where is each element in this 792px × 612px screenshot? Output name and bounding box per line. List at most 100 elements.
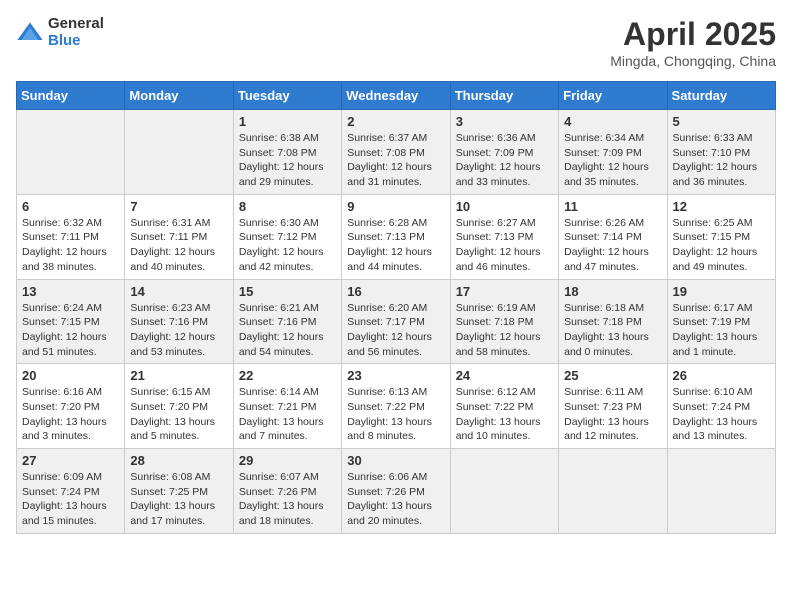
- day-number: 26: [673, 368, 770, 383]
- logo-blue: Blue: [48, 33, 104, 50]
- day-number: 11: [564, 199, 661, 214]
- calendar-day-cell: 29Sunrise: 6:07 AM Sunset: 7:26 PM Dayli…: [233, 449, 341, 534]
- logo-general: General: [48, 16, 104, 33]
- calendar-day-cell: 15 Sunrise: 6:21 AM Sunset: 7:16 PM Dayli…: [233, 279, 341, 364]
- day-info: Sunrise: 6:32 AM Sunset: 7:11 PM Dayligh…: [22, 216, 119, 275]
- day-number: 28: [130, 453, 227, 468]
- calendar-day-cell: 19Sunrise: 6:17 AM Sunset: 7:19 PM Dayli…: [667, 279, 775, 364]
- day-info: Sunrise: 6:27 AM Sunset: 7:13 PM Dayligh…: [456, 216, 553, 275]
- day-info: Sunrise: 6:18 AM Sunset: 7:18 PM Dayligh…: [564, 301, 661, 360]
- day-info: Sunrise: 6:26 AM Sunset: 7:14 PM Dayligh…: [564, 216, 661, 275]
- calendar-week-2: 6 Sunrise: 6:32 AM Sunset: 7:11 PM Daylig…: [17, 194, 776, 279]
- calendar-day-cell: [559, 449, 667, 534]
- day-info: Sunrise: 6:30 AM Sunset: 7:12 PM Dayligh…: [239, 216, 336, 275]
- day-number: 23: [347, 368, 444, 383]
- day-number: 20: [22, 368, 119, 383]
- day-info: Sunrise: 6:34 AM Sunset: 7:09 PM Dayligh…: [564, 131, 661, 190]
- calendar-day-cell: 12 Sunrise: 6:25 AM Sunset: 7:15 PM Dayli…: [667, 194, 775, 279]
- day-number: 8: [239, 199, 336, 214]
- day-info: Sunrise: 6:20 AM Sunset: 7:17 PM Dayligh…: [347, 301, 444, 360]
- weekday-header-sunday: Sunday: [17, 82, 125, 110]
- day-number: 6: [22, 199, 119, 214]
- calendar-week-3: 13 Sunrise: 6:24 AM Sunset: 7:15 PM Dayli…: [17, 279, 776, 364]
- calendar-table: SundayMondayTuesdayWednesdayThursdayFrid…: [16, 81, 776, 534]
- day-info: Sunrise: 6:14 AM Sunset: 7:21 PM Dayligh…: [239, 385, 336, 444]
- calendar-day-cell: 13 Sunrise: 6:24 AM Sunset: 7:15 PM Dayli…: [17, 279, 125, 364]
- day-info: Sunrise: 6:33 AM Sunset: 7:10 PM Dayligh…: [673, 131, 770, 190]
- title-block: April 2025 Mingda, Chongqing, China: [610, 16, 776, 69]
- calendar-day-cell: 16 Sunrise: 6:20 AM Sunset: 7:17 PM Dayli…: [342, 279, 450, 364]
- calendar-day-cell: 26 Sunrise: 6:10 AM Sunset: 7:24 PM Dayli…: [667, 364, 775, 449]
- calendar-day-cell: 3Sunrise: 6:36 AM Sunset: 7:09 PM Daylig…: [450, 110, 558, 195]
- day-number: 25: [564, 368, 661, 383]
- day-info: Sunrise: 6:17 AM Sunset: 7:19 PM Dayligh…: [673, 301, 770, 360]
- day-number: 18: [564, 284, 661, 299]
- day-info: Sunrise: 6:08 AM Sunset: 7:25 PM Dayligh…: [130, 470, 227, 529]
- calendar-day-cell: 14 Sunrise: 6:23 AM Sunset: 7:16 PM Dayli…: [125, 279, 233, 364]
- day-number: 13: [22, 284, 119, 299]
- calendar-day-cell: 24 Sunrise: 6:12 AM Sunset: 7:22 PM Dayli…: [450, 364, 558, 449]
- day-info: Sunrise: 6:10 AM Sunset: 7:24 PM Dayligh…: [673, 385, 770, 444]
- calendar-day-cell: [450, 449, 558, 534]
- day-number: 5: [673, 114, 770, 129]
- day-number: 30: [347, 453, 444, 468]
- calendar-day-cell: 17Sunrise: 6:19 AM Sunset: 7:18 PM Dayli…: [450, 279, 558, 364]
- calendar-day-cell: 25Sunrise: 6:11 AM Sunset: 7:23 PM Dayli…: [559, 364, 667, 449]
- day-info: Sunrise: 6:38 AM Sunset: 7:08 PM Dayligh…: [239, 131, 336, 190]
- day-number: 22: [239, 368, 336, 383]
- weekday-header-friday: Friday: [559, 82, 667, 110]
- page-header: General Blue April 2025 Mingda, Chongqin…: [16, 16, 776, 69]
- calendar-day-cell: 4 Sunrise: 6:34 AM Sunset: 7:09 PM Daylig…: [559, 110, 667, 195]
- calendar-day-cell: 6 Sunrise: 6:32 AM Sunset: 7:11 PM Daylig…: [17, 194, 125, 279]
- calendar-week-1: 1 Sunrise: 6:38 AM Sunset: 7:08 PM Daylig…: [17, 110, 776, 195]
- day-number: 15: [239, 284, 336, 299]
- calendar-day-cell: 1 Sunrise: 6:38 AM Sunset: 7:08 PM Daylig…: [233, 110, 341, 195]
- logo-icon: [16, 19, 44, 47]
- day-number: 7: [130, 199, 227, 214]
- day-number: 14: [130, 284, 227, 299]
- day-info: Sunrise: 6:21 AM Sunset: 7:16 PM Dayligh…: [239, 301, 336, 360]
- location: Mingda, Chongqing, China: [610, 53, 776, 69]
- logo: General Blue: [16, 16, 104, 49]
- day-info: Sunrise: 6:31 AM Sunset: 7:11 PM Dayligh…: [130, 216, 227, 275]
- day-info: Sunrise: 6:25 AM Sunset: 7:15 PM Dayligh…: [673, 216, 770, 275]
- day-info: Sunrise: 6:28 AM Sunset: 7:13 PM Dayligh…: [347, 216, 444, 275]
- month-year: April 2025: [610, 16, 776, 53]
- calendar-day-cell: 30Sunrise: 6:06 AM Sunset: 7:26 PM Dayli…: [342, 449, 450, 534]
- day-info: Sunrise: 6:37 AM Sunset: 7:08 PM Dayligh…: [347, 131, 444, 190]
- day-number: 12: [673, 199, 770, 214]
- calendar-day-cell: 2 Sunrise: 6:37 AM Sunset: 7:08 PM Daylig…: [342, 110, 450, 195]
- weekday-header-thursday: Thursday: [450, 82, 558, 110]
- day-info: Sunrise: 6:19 AM Sunset: 7:18 PM Dayligh…: [456, 301, 553, 360]
- day-number: 29: [239, 453, 336, 468]
- weekday-header-row: SundayMondayTuesdayWednesdayThursdayFrid…: [17, 82, 776, 110]
- calendar-day-cell: [667, 449, 775, 534]
- weekday-header-wednesday: Wednesday: [342, 82, 450, 110]
- day-info: Sunrise: 6:24 AM Sunset: 7:15 PM Dayligh…: [22, 301, 119, 360]
- day-info: Sunrise: 6:36 AM Sunset: 7:09 PM Dayligh…: [456, 131, 553, 190]
- day-info: Sunrise: 6:16 AM Sunset: 7:20 PM Dayligh…: [22, 385, 119, 444]
- weekday-header-saturday: Saturday: [667, 82, 775, 110]
- day-info: Sunrise: 6:23 AM Sunset: 7:16 PM Dayligh…: [130, 301, 227, 360]
- calendar-day-cell: 11 Sunrise: 6:26 AM Sunset: 7:14 PM Dayli…: [559, 194, 667, 279]
- calendar-day-cell: [125, 110, 233, 195]
- day-info: Sunrise: 6:09 AM Sunset: 7:24 PM Dayligh…: [22, 470, 119, 529]
- calendar-day-cell: 27Sunrise: 6:09 AM Sunset: 7:24 PM Dayli…: [17, 449, 125, 534]
- calendar-day-cell: 10Sunrise: 6:27 AM Sunset: 7:13 PM Dayli…: [450, 194, 558, 279]
- calendar-day-cell: 20 Sunrise: 6:16 AM Sunset: 7:20 PM Dayli…: [17, 364, 125, 449]
- day-number: 2: [347, 114, 444, 129]
- day-number: 9: [347, 199, 444, 214]
- day-number: 24: [456, 368, 553, 383]
- day-number: 16: [347, 284, 444, 299]
- day-info: Sunrise: 6:12 AM Sunset: 7:22 PM Dayligh…: [456, 385, 553, 444]
- calendar-day-cell: 28 Sunrise: 6:08 AM Sunset: 7:25 PM Dayli…: [125, 449, 233, 534]
- calendar-day-cell: 5 Sunrise: 6:33 AM Sunset: 7:10 PM Daylig…: [667, 110, 775, 195]
- day-number: 21: [130, 368, 227, 383]
- calendar-day-cell: 22 Sunrise: 6:14 AM Sunset: 7:21 PM Dayli…: [233, 364, 341, 449]
- day-number: 1: [239, 114, 336, 129]
- calendar-day-cell: 9 Sunrise: 6:28 AM Sunset: 7:13 PM Daylig…: [342, 194, 450, 279]
- logo-text: General Blue: [48, 16, 104, 49]
- calendar-day-cell: 23Sunrise: 6:13 AM Sunset: 7:22 PM Dayli…: [342, 364, 450, 449]
- weekday-header-tuesday: Tuesday: [233, 82, 341, 110]
- day-number: 4: [564, 114, 661, 129]
